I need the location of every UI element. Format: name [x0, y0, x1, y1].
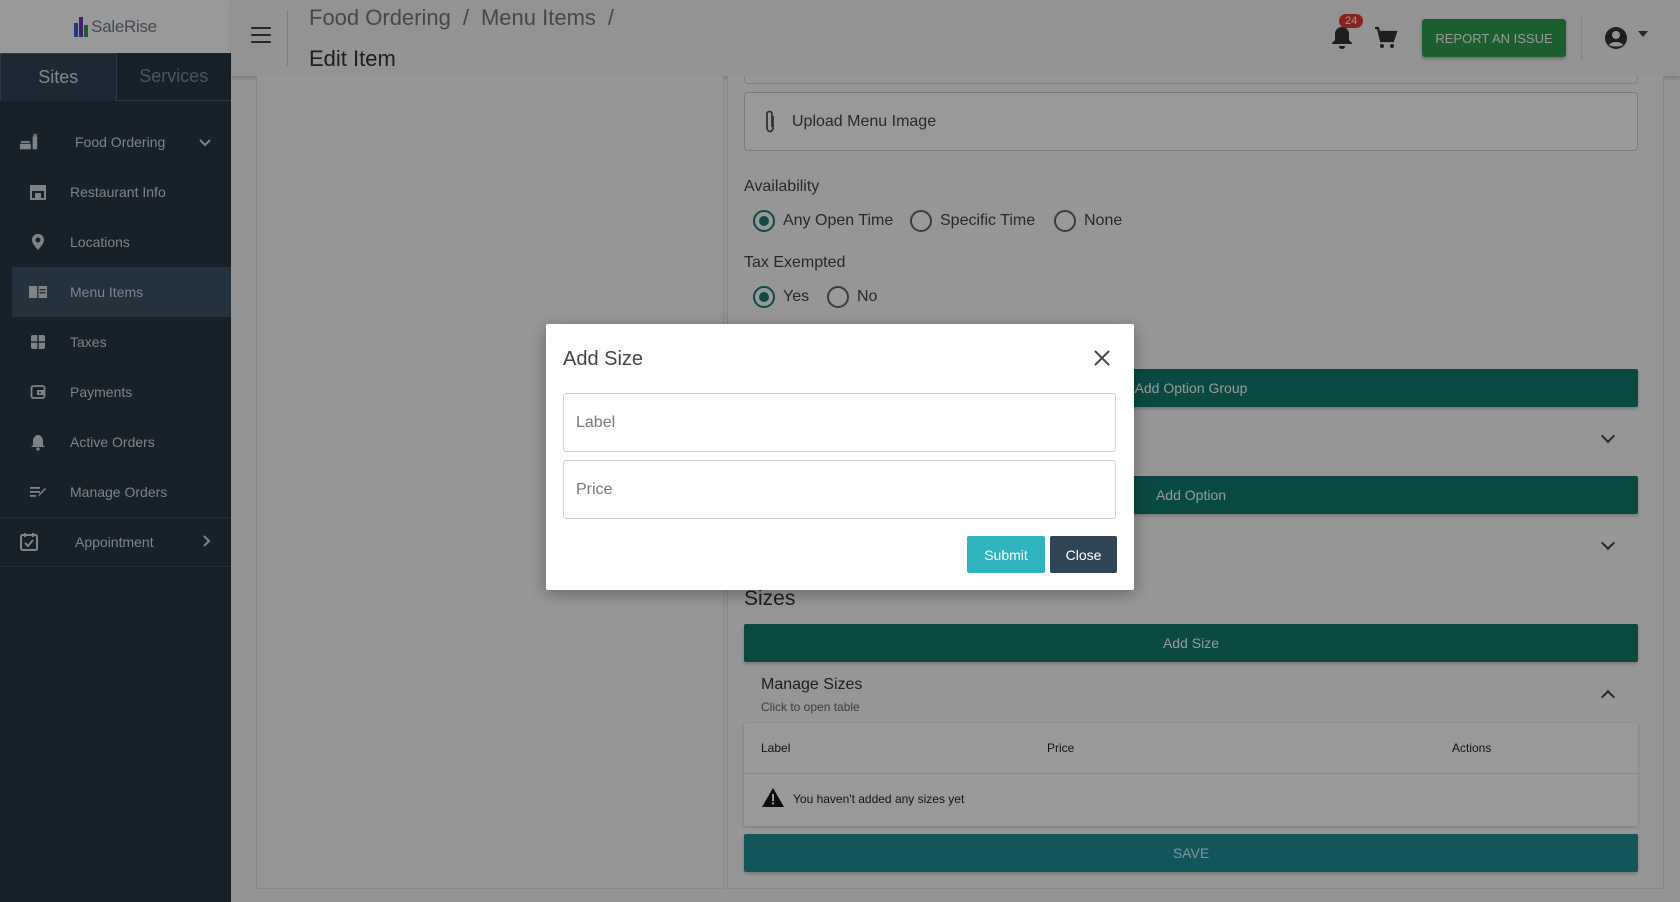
- add-size-dialog: Add Size Submit Close: [546, 324, 1134, 590]
- submit-button[interactable]: Submit: [967, 536, 1045, 573]
- size-label-input[interactable]: [563, 393, 1116, 452]
- close-button[interactable]: Close: [1050, 536, 1117, 573]
- close-icon[interactable]: [1092, 348, 1112, 368]
- size-price-input[interactable]: [563, 460, 1116, 519]
- dialog-title: Add Size: [563, 348, 644, 370]
